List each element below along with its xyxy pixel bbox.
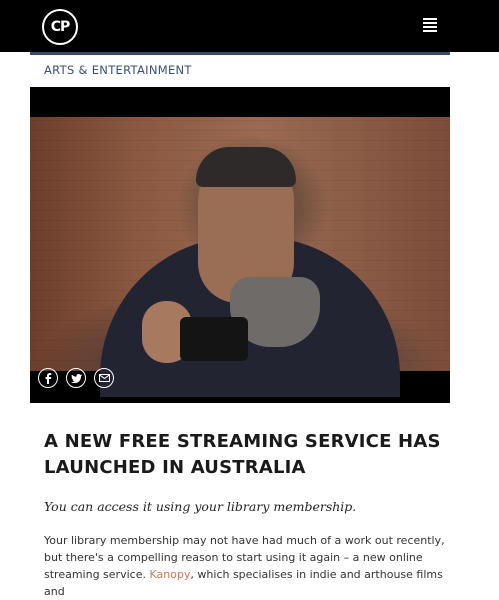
category-link[interactable]: ARTS & ENTERTAINMENT [44, 63, 192, 77]
photo-camera [180, 317, 248, 361]
hero-photo [30, 117, 450, 397]
share-bar [38, 368, 114, 388]
facebook-icon [45, 372, 52, 384]
twitter-icon [70, 373, 82, 383]
facebook-share-button[interactable] [38, 368, 58, 388]
article-standfirst: You can access it using your library mem… [44, 499, 357, 514]
email-icon [98, 374, 110, 382]
kanopy-link[interactable]: Kanopy [149, 568, 190, 581]
photo-figure-hair [196, 147, 296, 187]
accent-divider [30, 52, 450, 55]
site-logo[interactable]: CP [42, 9, 78, 45]
article-headline: A NEW FREE STREAMING SERVICE HAS LAUNCHE… [44, 431, 441, 478]
hero-media [30, 87, 450, 403]
email-share-button[interactable] [94, 368, 114, 388]
twitter-share-button[interactable] [66, 368, 86, 388]
hamburger-menu-icon[interactable] [423, 18, 437, 34]
top-nav-bar: CP [0, 0, 499, 52]
article-body: Your library membership may not have had… [44, 532, 454, 600]
